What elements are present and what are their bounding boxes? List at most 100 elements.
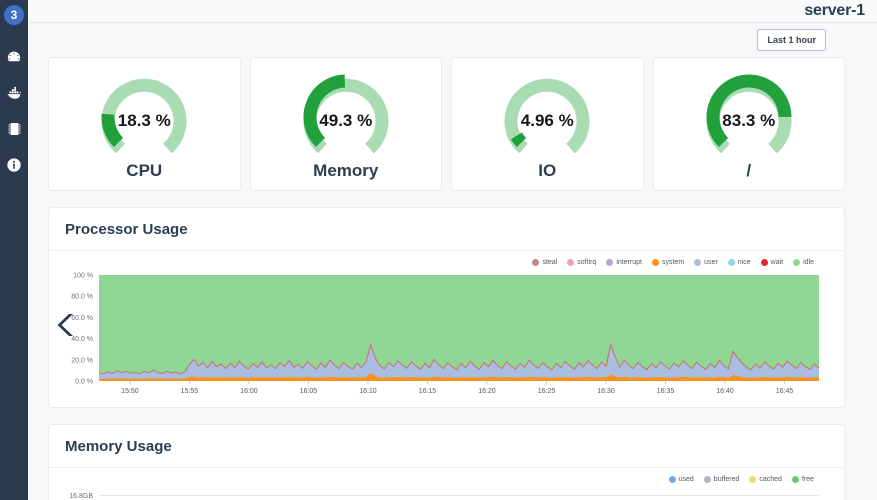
memory-usage-header: Memory Usage — [49, 425, 844, 468]
legend-swatch-icon — [694, 259, 702, 266]
legend-swatch-icon — [749, 476, 757, 483]
legend-label: system — [662, 259, 685, 266]
svg-text:16:20: 16:20 — [478, 388, 496, 395]
gauge-label-io: IO — [538, 161, 557, 180]
svg-text:0.0 %: 0.0 % — [75, 379, 93, 386]
legend-item[interactable]: idle — [793, 259, 814, 266]
sidebar-item-dashboard[interactable] — [0, 39, 28, 75]
gauge-label-memory: Memory — [313, 161, 379, 180]
legend-item[interactable]: free — [791, 476, 814, 483]
processor-usage-body: steal softirq interrupt system user nice wait i… — [49, 251, 844, 407]
docker-whale-icon — [5, 85, 23, 101]
sidebar-item-about[interactable] — [0, 147, 28, 183]
legend-item[interactable]: buffered — [703, 476, 740, 483]
svg-text:16:45: 16:45 — [776, 388, 794, 395]
main-content: server-1 Last 1 hour 18.3 % CPU 49.3 % M… — [28, 0, 877, 500]
memory-usage-plot[interactable]: 16.8GB — [49, 486, 844, 500]
legend-swatch-icon — [532, 259, 540, 266]
dashboard-gauge-icon — [6, 49, 22, 65]
legend-item[interactable]: used — [668, 476, 694, 483]
legend-swatch-icon — [668, 476, 676, 483]
legend-label: steal — [542, 259, 558, 266]
gauge-card-root[interactable]: 83.3 % / — [652, 57, 845, 191]
legend-item[interactable]: user — [694, 259, 718, 266]
legend-label: nice — [737, 259, 751, 266]
top-bar: server-1 — [28, 0, 877, 23]
svg-text:15:55: 15:55 — [181, 388, 199, 395]
legend-swatch-icon — [793, 259, 801, 266]
legend-label: buffered — [713, 476, 740, 483]
sidebar-item-containers[interactable] — [0, 75, 28, 111]
gauge-io: 4.96 % — [495, 67, 599, 159]
gauge-card-memory[interactable]: 49.3 % Memory — [249, 57, 442, 191]
svg-text:16:10: 16:10 — [359, 388, 377, 395]
legend-item[interactable]: interrupt — [606, 259, 642, 266]
processor-usage-legend: steal softirq interrupt system user nice wait i… — [49, 257, 844, 269]
legend-swatch-icon — [652, 259, 659, 266]
toolbar: Last 1 hour — [28, 23, 877, 57]
sidebar-item-hardware[interactable] — [0, 111, 28, 147]
memory-usage-body: used buffered cached free 16.8GB — [49, 468, 844, 500]
info-circle-icon — [6, 157, 22, 173]
svg-text:16:40: 16:40 — [716, 388, 734, 395]
processor-usage-title: Processor Usage — [65, 221, 188, 238]
svg-text:16:25: 16:25 — [538, 388, 556, 395]
legend-item[interactable]: cached — [749, 476, 782, 483]
svg-text:80.0 %: 80.0 % — [71, 294, 93, 301]
svg-text:16:35: 16:35 — [657, 388, 675, 395]
processor-usage-panel: Processor Usage steal softirq interrupt sys… — [48, 207, 845, 408]
gauge-memory: 49.3 % — [294, 67, 398, 159]
legend-swatch-icon — [760, 259, 768, 266]
legend-label: free — [801, 476, 814, 483]
gauge-value-cpu: 18.3 % — [117, 111, 171, 130]
legend-swatch-icon — [791, 476, 799, 483]
legend-item[interactable]: system — [652, 259, 684, 266]
processor-usage-header: Processor Usage — [49, 208, 844, 251]
app-logo[interactable]: 3 — [4, 5, 24, 25]
legend-item[interactable]: steal — [532, 259, 557, 266]
legend-label: cached — [759, 476, 782, 483]
chevron-left-icon[interactable] — [55, 311, 77, 339]
sidebar: 3 — [0, 0, 28, 500]
svg-text:15:50: 15:50 — [121, 388, 139, 395]
page-title: server-1 — [804, 2, 865, 19]
gauge-row: 18.3 % CPU 49.3 % Memory 4.96 % IO 83.3 … — [48, 57, 845, 191]
gauge-value-root: 83.3 % — [722, 111, 776, 130]
svg-text:16:30: 16:30 — [597, 388, 615, 395]
legend-label: idle — [803, 259, 814, 266]
legend-label: softirq — [577, 259, 597, 266]
memory-chip-icon — [7, 121, 22, 137]
legend-swatch-icon — [727, 259, 735, 266]
gauge-value-memory: 49.3 % — [319, 111, 373, 130]
processor-usage-plot[interactable]: 0.0 % 20.0 % 40.0 % 60.0 % 80.0 % 100 % 15:50 1… — [49, 269, 844, 399]
gauge-root: 83.3 % — [697, 67, 801, 159]
legend-item[interactable]: softirq — [567, 259, 596, 266]
legend-swatch-icon — [703, 476, 711, 483]
dashboard-content: 18.3 % CPU 49.3 % Memory 4.96 % IO 83.3 … — [28, 57, 877, 500]
app-logo-text: 3 — [10, 8, 18, 22]
legend-label: user — [704, 259, 718, 266]
memory-usage-title: Memory Usage — [65, 438, 172, 455]
svg-text:16:15: 16:15 — [419, 388, 437, 395]
gauge-value-io: 4.96 % — [520, 111, 574, 130]
legend-swatch-icon — [567, 259, 575, 266]
gauge-cpu: 18.3 % — [92, 67, 196, 159]
legend-label: used — [678, 476, 694, 483]
memory-usage-panel: Memory Usage used buffered cached free 16.8… — [48, 424, 845, 500]
memory-usage-legend: used buffered cached free — [49, 474, 844, 486]
svg-text:16.8GB: 16.8GB — [69, 493, 93, 500]
gauge-label-root: / — [746, 161, 752, 180]
time-range-button[interactable]: Last 1 hour — [757, 29, 826, 51]
legend-swatch-icon — [606, 259, 614, 266]
gauge-card-cpu[interactable]: 18.3 % CPU — [48, 57, 241, 191]
legend-label: interrupt — [616, 259, 642, 266]
svg-text:16:00: 16:00 — [240, 388, 258, 395]
legend-item[interactable]: wait — [760, 259, 784, 266]
legend-label: wait — [770, 259, 784, 266]
svg-text:20.0 %: 20.0 % — [71, 357, 93, 364]
legend-item[interactable]: nice — [727, 259, 751, 266]
svg-text:16:05: 16:05 — [300, 388, 318, 395]
svg-text:100 %: 100 % — [73, 273, 93, 280]
gauge-card-io[interactable]: 4.96 % IO — [451, 57, 644, 191]
gauge-label-cpu: CPU — [126, 161, 163, 180]
